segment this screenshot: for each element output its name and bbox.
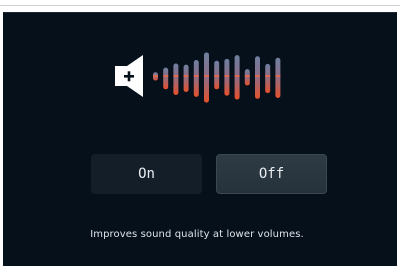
off-button[interactable]: Off <box>216 154 327 194</box>
visualizer-bar <box>244 69 250 86</box>
description-text: Improves sound quality at lower volumes. <box>90 229 304 240</box>
visualizer-bar <box>163 67 169 90</box>
visualizer-midline <box>224 75 230 77</box>
visualizer-midline <box>163 75 169 77</box>
visualizer-bar <box>265 63 271 94</box>
visualizer-bar <box>234 55 240 100</box>
visualizer-bar <box>173 63 179 95</box>
visualizer-midline <box>173 75 179 77</box>
visualizer-midline <box>275 75 281 77</box>
visualizer-bar <box>255 56 260 99</box>
visualizer-midline <box>193 75 199 77</box>
visualizer-bar <box>193 60 199 97</box>
visualizer-midline <box>265 75 271 77</box>
visualizer-bar <box>224 58 230 96</box>
visualizer-midline <box>214 75 220 77</box>
visualizer-bar <box>275 57 281 99</box>
visualizer-midline <box>183 75 189 77</box>
visualizer-midline <box>244 75 250 77</box>
visualizer-midline <box>255 75 260 77</box>
visualizer-midline <box>204 75 209 77</box>
off-button-label: Off <box>258 166 285 182</box>
visualizer-midline <box>234 75 240 77</box>
on-button-label: On <box>138 166 155 182</box>
top-divider <box>0 0 400 6</box>
on-button[interactable]: On <box>91 154 202 194</box>
visualizer-bar <box>204 52 209 103</box>
visualizer-bar <box>214 60 220 90</box>
sound-visualizer <box>153 52 281 103</box>
visualizer-midline <box>153 75 158 77</box>
visualizer-bar <box>183 64 189 92</box>
